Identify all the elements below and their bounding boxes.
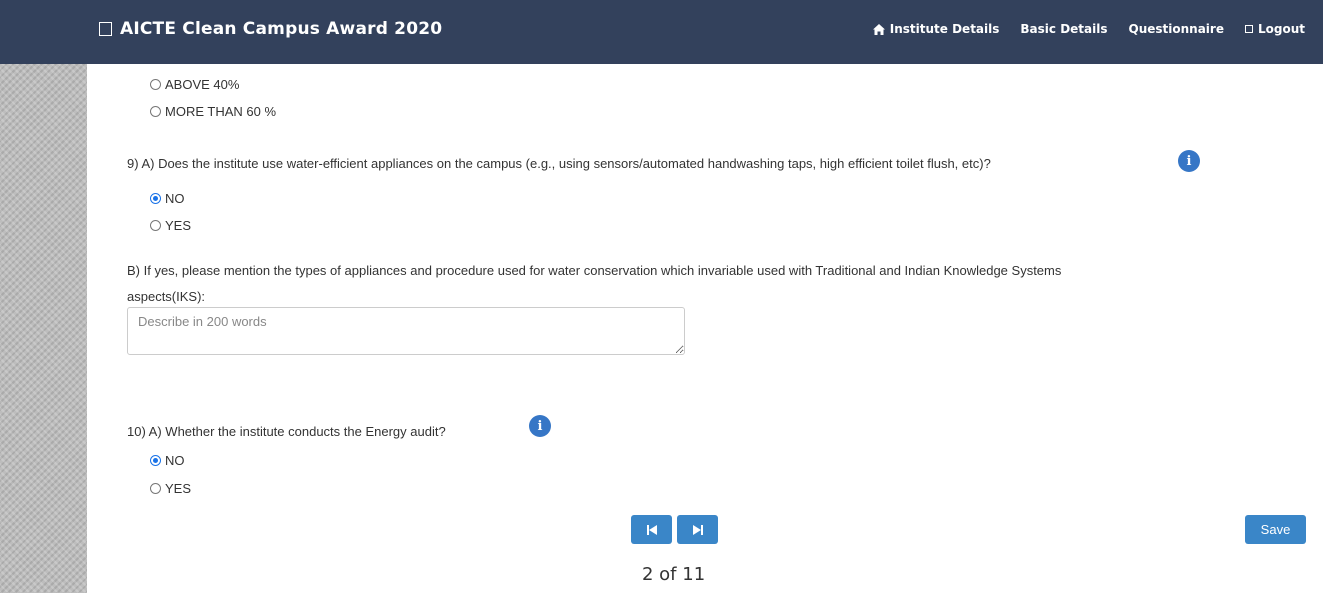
nav-institute-details[interactable]: Institute Details: [872, 22, 1000, 36]
q9-description-textarea[interactable]: [127, 307, 685, 355]
nav-basic-details[interactable]: Basic Details: [1020, 22, 1107, 36]
option-label: YES: [165, 218, 192, 233]
nav-questionnaire[interactable]: Questionnaire: [1129, 22, 1224, 36]
previous-page-button[interactable]: [631, 515, 672, 544]
radio-above-40[interactable]: [150, 79, 161, 90]
q9-option-no[interactable]: NO: [150, 191, 185, 206]
skip-forward-icon: [692, 524, 703, 535]
q10-question-a: 10) A) Whether the institute conducts th…: [127, 424, 446, 439]
left-texture-strip: [0, 0, 87, 593]
q10-option-yes[interactable]: YES: [150, 481, 191, 496]
pager: [631, 515, 718, 544]
q10-info-icon[interactable]: i: [529, 415, 551, 437]
q9-option-yes[interactable]: YES: [150, 218, 191, 233]
option-label: MORE THAN 60 %: [165, 104, 277, 119]
q10-radio-yes[interactable]: [150, 483, 161, 494]
q9-radio-yes[interactable]: [150, 220, 161, 231]
q9-question-a: 9) A) Does the institute use water-effic…: [127, 156, 991, 171]
option-label: NO: [165, 191, 185, 206]
nav-basic-details-label: Basic Details: [1020, 22, 1108, 36]
logout-icon: [1244, 25, 1253, 33]
option-more-than-60[interactable]: MORE THAN 60 %: [150, 104, 276, 119]
navbar: AICTE Clean Campus Award 2020 Institute …: [0, 0, 1323, 64]
q10-radio-no[interactable]: [150, 455, 161, 466]
nav-logout[interactable]: Logout: [1244, 22, 1305, 36]
q9-question-b-line2: aspects(IKS):: [127, 289, 206, 304]
brand-title: AICTE Clean Campus Award 2020: [120, 19, 443, 39]
skip-back-icon: [646, 524, 657, 535]
q10-option-no[interactable]: NO: [150, 453, 185, 468]
nav-institute-details-label: Institute Details: [889, 22, 1000, 36]
page-indicator: 2 of 11: [642, 564, 706, 585]
q9-question-b-line1: B) If yes, please mention the types of a…: [127, 263, 1062, 278]
q9-radio-no[interactable]: [150, 193, 161, 204]
nav-logout-label: Logout: [1257, 22, 1305, 36]
questionnaire-content: ABOVE 40% MORE THAN 60 % 9) A) Does the …: [127, 64, 1323, 593]
q9-info-icon[interactable]: i: [1178, 150, 1200, 172]
next-page-button[interactable]: [677, 515, 718, 544]
brand[interactable]: AICTE Clean Campus Award 2020: [99, 19, 442, 39]
nav-links: Institute Details Basic Details Question…: [872, 22, 1305, 36]
option-label: NO: [165, 453, 185, 468]
nav-questionnaire-label: Questionnaire: [1128, 22, 1224, 36]
save-button[interactable]: Save: [1245, 515, 1306, 544]
option-label: YES: [165, 481, 192, 496]
brand-box-icon: [99, 22, 112, 36]
radio-more-than-60[interactable]: [150, 106, 161, 117]
home-icon: [872, 23, 885, 35]
option-label: ABOVE 40%: [165, 77, 240, 92]
option-above-40[interactable]: ABOVE 40%: [150, 77, 239, 92]
